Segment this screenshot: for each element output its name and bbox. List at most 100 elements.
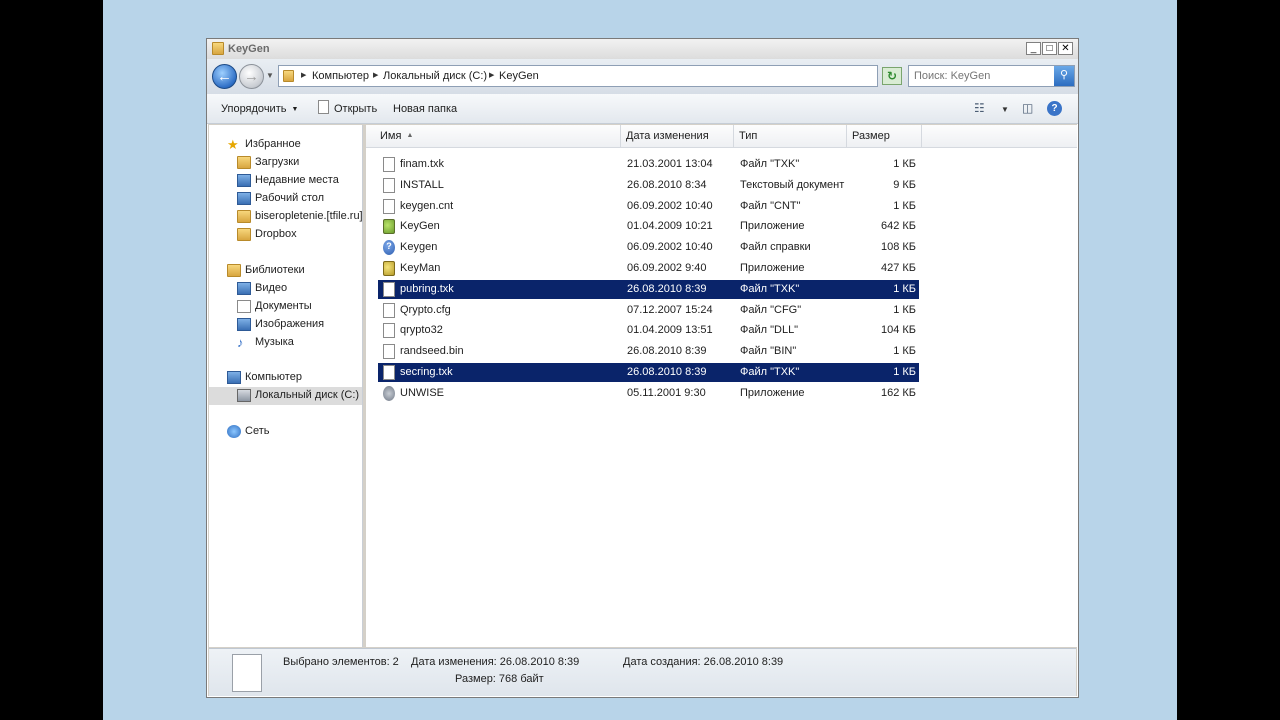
nav-item-documents[interactable]: Документы [237,298,361,316]
column-type[interactable]: Тип [734,125,847,148]
nav-item-recent-places[interactable]: Недавние места [237,172,361,190]
nav-item-dropbox[interactable]: Dropbox [237,226,361,244]
file-size: 1 КБ [893,282,916,295]
column-size[interactable]: Размер [847,125,922,148]
nav-item-downloads[interactable]: Загрузки [237,154,361,172]
text-file-icon [383,198,395,214]
chevron-right-icon[interactable]: ▶ [301,71,306,79]
file-type: Текстовый документ [740,178,845,191]
folder-icon [237,210,251,223]
nav-favorites[interactable]: ★ Избранное [227,136,357,154]
close-button[interactable]: ✕ [1058,42,1073,55]
nav-computer-label: Компьютер [245,371,302,383]
organize-button[interactable]: Упорядочить ▼ [221,103,298,115]
table-row[interactable]: randseed.bin 26.08.2010 8:39 Файл "BIN" 1 К… [378,342,919,361]
refresh-icon: ↻ [886,69,898,83]
table-row[interactable]: secring.txk 26.08.2010 8:39 Файл "TXK" 1 КБ [378,363,919,382]
table-row[interactable]: KeyGen 01.04.2009 10:21 Приложение 642 КБ [378,217,919,236]
nav-item-desktop[interactable]: Рабочий стол [237,190,361,208]
file-type: Файл "DLL" [740,324,799,337]
minimize-button[interactable]: _ [1026,42,1041,55]
window-title: KeyGen [228,43,270,55]
file-type: Файл "TXK" [740,158,800,170]
file-name: Keygen [400,241,438,254]
dropbox-folder-icon [237,228,251,241]
nav-item-pictures[interactable]: Изображения [237,316,361,334]
title-bar[interactable]: KeyGen _ □ ✕ [207,39,1078,59]
file-size: 162 КБ [880,386,916,399]
column-name[interactable]: Имя ▲ [375,125,621,148]
search-button[interactable]: ⚲ [1054,66,1074,86]
explorer-window: KeyGen _ □ ✕ ← → ▼ ▶ Компьютер ▶ Локальн… [206,38,1079,698]
table-row[interactable]: INSTALL 26.08.2010 8:34 Текстовый документ… [378,176,919,195]
nav-item-label: Музыка [255,336,294,348]
table-row[interactable]: KeyMan 06.09.2002 9:40 Приложение 427 КБ [378,259,919,278]
table-row[interactable]: Qrypto.cfg 07.12.2007 15:24 Файл "CFG" 1 КБ [378,301,919,320]
file-type: Файл "CNT" [740,199,801,212]
file-size: 1 КБ [893,303,916,316]
file-name: pubring.txk [400,282,454,295]
nav-item-local-disk[interactable]: Локальный диск (C:) [209,387,362,405]
new-folder-button[interactable]: Новая папка [393,103,457,115]
view-dropdown-icon[interactable]: ▼ [1001,105,1009,114]
file-name: KeyGen [400,220,440,233]
maximize-button[interactable]: □ [1042,42,1057,55]
file-modified: 07.12.2007 15:24 [627,303,713,316]
desktop-icon [237,192,251,205]
nav-item-video[interactable]: Видео [237,280,361,298]
file-name: UNWISE [400,386,444,399]
nav-item-label: Изображения [255,318,325,330]
history-dropdown-icon[interactable]: ▼ [266,71,274,80]
file-modified: 26.08.2010 8:34 [627,178,707,191]
file-name: Qrypto.cfg [400,303,451,316]
view-options-icon[interactable]: ☷ [974,101,985,115]
breadcrumb-keygen[interactable]: KeyGen [499,70,539,82]
nav-item-biseropletenie[interactable]: biseropletenie.[tfile.ru] [237,208,363,226]
nav-computer[interactable]: Компьютер [227,369,357,387]
table-row[interactable]: keygen.cnt 06.09.2002 10:40 Файл "CNT" 1 КБ [378,197,919,216]
nav-network[interactable]: Сеть [227,423,357,441]
file-type: Файл "TXK" [740,282,800,295]
pictures-icon [237,318,251,331]
table-row[interactable]: UNWISE 05.11.2001 9:30 Приложение 162 КБ [378,384,919,403]
chevron-right-icon[interactable]: ▶ [489,71,494,79]
nav-libraries[interactable]: Библиотеки [227,262,357,280]
recent-places-icon [237,174,251,187]
file-size: 104 КБ [880,324,916,337]
forward-button[interactable]: → [239,64,264,89]
file-size: 108 КБ [880,241,916,254]
file-size: 9 КБ [893,178,916,191]
nav-item-label: Документы [255,300,312,312]
table-row[interactable]: pubring.txk 26.08.2010 8:39 Файл "TXK" 1 КБ [378,279,919,299]
file-size: 1 КБ [893,199,916,212]
back-button[interactable]: ← [212,64,237,89]
file-type: Приложение [740,220,805,233]
address-bar[interactable]: ▶ Компьютер ▶ Локальный диск (C:) ▶ KeyG… [278,65,945,87]
table-row[interactable]: ? Keygen 06.09.2002 10:40 Файл справки 108 К… [378,238,919,257]
preview-pane-icon[interactable]: ◫ [1022,101,1033,115]
selected-count: Выбрано элементов: 2 [283,656,399,668]
nav-item-label: biseropletenie.[tfile.ru] [255,210,363,222]
file-size: 1 КБ [893,158,916,170]
column-name-label: Имя [380,130,402,142]
breadcrumb-computer[interactable]: Компьютер [312,70,369,82]
file-type: Файл справки [740,241,811,254]
open-button[interactable]: Открыть [334,103,377,115]
nav-item-music[interactable]: ♪ Музыка [237,334,361,352]
file-name: finam.txk [400,158,445,170]
table-row[interactable]: finam.txk 21.03.2001 13:04 Файл "TXK" 1 КБ [378,155,919,174]
file-size: 427 КБ [880,262,916,274]
folder-icon [283,70,294,82]
refresh-button[interactable]: ↻ [882,67,902,85]
file-size: 1 КБ [893,345,916,358]
search-input[interactable] [911,67,1053,85]
help-icon[interactable]: ? [1047,101,1062,116]
chevron-right-icon[interactable]: ▶ [373,71,378,79]
file-type: Файл "TXK" [740,366,800,378]
breadcrumb-local-disk[interactable]: Локальный диск (C:) [383,70,487,82]
column-modified[interactable]: Дата изменения [621,125,734,148]
file-modified: 01.04.2009 13:51 [627,324,713,337]
unwise-app-icon [383,385,395,401]
table-row[interactable]: qrypto32 01.04.2009 13:51 Файл "DLL" 104 КБ [378,321,919,340]
video-icon [237,282,251,295]
